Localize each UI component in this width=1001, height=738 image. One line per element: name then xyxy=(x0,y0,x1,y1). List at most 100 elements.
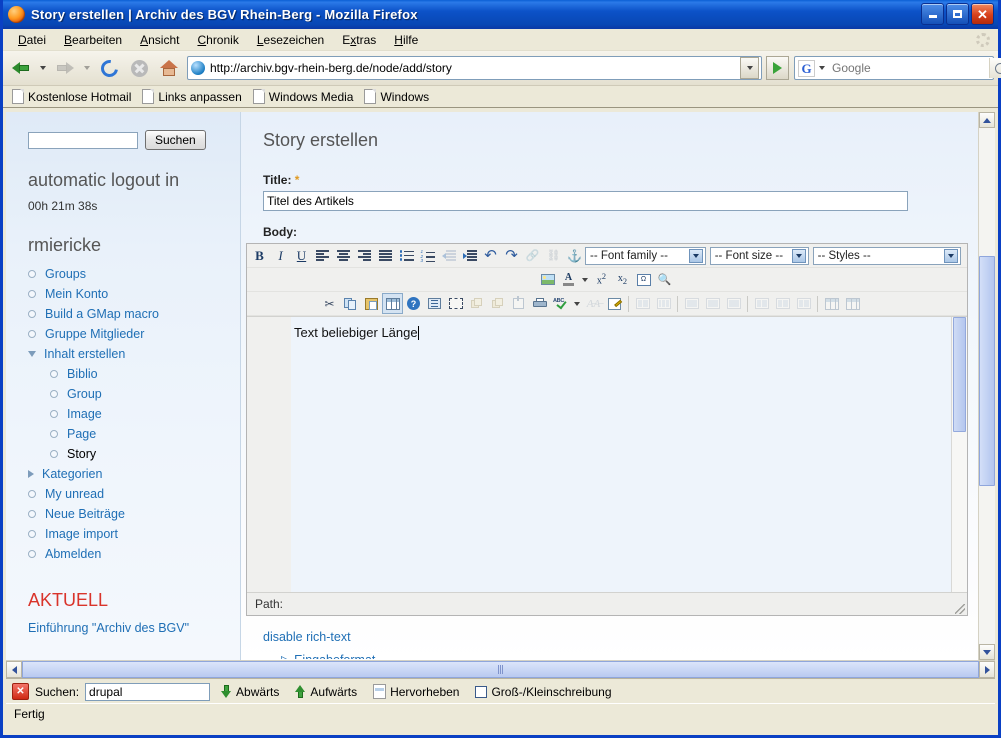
chevron-down-icon[interactable] xyxy=(791,248,806,263)
sidebar-item-label[interactable]: Image import xyxy=(45,527,118,541)
chevron-down-icon[interactable] xyxy=(944,248,958,263)
scroll-right-button[interactable] xyxy=(979,661,995,678)
remove-formatting-icon[interactable]: A̶A̶ xyxy=(583,293,604,314)
back-history-dropdown-icon[interactable] xyxy=(40,66,46,70)
insert-column-before-icon[interactable] xyxy=(751,293,772,314)
checkbox-icon[interactable] xyxy=(475,685,488,698)
search-engine-dropdown-icon[interactable] xyxy=(819,66,825,70)
redo-icon[interactable]: ↷ xyxy=(501,245,522,266)
copy-icon[interactable] xyxy=(340,293,361,314)
superscript-icon[interactable]: x2 xyxy=(591,269,612,290)
sidebar-item-group[interactable]: Group xyxy=(6,384,240,404)
align-right-icon[interactable] xyxy=(354,245,375,266)
find-input[interactable] xyxy=(85,682,211,701)
font-family-select[interactable]: -- Font family -- xyxy=(585,246,706,265)
editor-scrollbar-thumb[interactable] xyxy=(953,317,966,432)
sidebar-item-label[interactable]: Story xyxy=(67,447,96,461)
indent-icon[interactable] xyxy=(459,245,480,266)
split-cells-icon[interactable] xyxy=(653,293,674,314)
close-findbar-icon[interactable]: ✕ xyxy=(12,683,29,700)
menu-bearbeiten[interactable]: Bearbeiten xyxy=(55,31,131,49)
italic-icon[interactable]: I xyxy=(270,245,291,266)
bullet-list-icon[interactable] xyxy=(396,245,417,266)
align-center-icon[interactable] xyxy=(333,245,354,266)
scrollbar-track[interactable] xyxy=(979,128,995,644)
sidebar-item-label[interactable]: Abmelden xyxy=(45,547,101,561)
hscrollbar-thumb[interactable] xyxy=(22,661,979,678)
sidebar-item-label[interactable]: Gruppe Mitglieder xyxy=(45,327,144,341)
insert-image-icon[interactable] xyxy=(537,269,558,290)
disable-richtext-link[interactable]: disable rich-text xyxy=(263,630,351,644)
forward-history-dropdown-icon[interactable] xyxy=(84,66,90,70)
sidebar-item-label[interactable]: Page xyxy=(67,427,96,441)
menu-lesezeichen[interactable]: Lesezeichen xyxy=(248,31,333,49)
sidebar-item-label[interactable]: Inhalt erstellen xyxy=(44,347,125,361)
title-input[interactable] xyxy=(263,191,908,211)
scroll-down-button[interactable] xyxy=(979,644,995,660)
stop-button[interactable] xyxy=(125,54,153,82)
text-color-dropdown-icon[interactable] xyxy=(582,277,588,282)
special-character-icon[interactable]: Ω xyxy=(633,269,654,290)
subscript-icon[interactable]: x2 xyxy=(612,269,633,290)
sidebar-item-page[interactable]: Page xyxy=(6,424,240,444)
sidebar-item-story[interactable]: Story xyxy=(6,444,240,464)
search-input[interactable] xyxy=(828,60,989,76)
paste-icon[interactable] xyxy=(361,293,382,314)
back-button[interactable] xyxy=(7,54,35,82)
underline-icon[interactable]: U xyxy=(291,245,312,266)
find-prev-button[interactable]: Aufwärts xyxy=(290,684,362,700)
home-button[interactable] xyxy=(155,54,183,82)
chevron-right-icon[interactable] xyxy=(28,470,34,478)
sidebar-item-biblio[interactable]: Biblio xyxy=(6,364,240,384)
editor-content-area[interactable]: Text beliebiger Länge xyxy=(247,316,967,592)
sidebar-item-groups[interactable]: Groups xyxy=(6,264,240,284)
chevron-down-icon[interactable] xyxy=(27,351,36,357)
sidebar-item-build-gmap-macro[interactable]: Build a GMap macro xyxy=(6,304,240,324)
scroll-up-button[interactable] xyxy=(979,112,995,128)
find-next-button[interactable]: Abwärts xyxy=(216,684,284,700)
bookmark-windows-media[interactable]: Windows Media xyxy=(250,88,360,105)
forward-button[interactable] xyxy=(51,54,79,82)
editor-resize-handle[interactable] xyxy=(955,604,965,614)
go-button[interactable] xyxy=(766,56,789,80)
delete-column-icon[interactable] xyxy=(793,293,814,314)
search-replace-icon[interactable]: 🔍 xyxy=(654,269,675,290)
menu-ansicht[interactable]: Ansicht xyxy=(131,31,188,49)
highlight-all-button[interactable]: Hervorheben xyxy=(368,683,464,700)
sidebar-search-button[interactable]: Suchen xyxy=(145,130,206,150)
unlink-icon[interactable]: ⛓ xyxy=(543,245,564,266)
menu-datei[interactable]: DDateiatei xyxy=(9,31,55,49)
anchor-icon[interactable]: ⚓ xyxy=(564,245,585,266)
layer-forward-icon[interactable] xyxy=(466,293,487,314)
url-dropdown-icon[interactable] xyxy=(740,57,759,79)
numbered-list-icon[interactable]: 123 xyxy=(417,245,438,266)
bookmark-links-anpassen[interactable]: Links anpassen xyxy=(139,88,247,105)
undo-icon[interactable]: ↶ xyxy=(480,245,501,266)
sidebar-item-inhalt-erstellen[interactable]: Inhalt erstellen xyxy=(6,344,240,364)
cut-icon[interactable]: ✂ xyxy=(319,293,340,314)
menu-chronik[interactable]: Chronik xyxy=(188,31,247,49)
insert-table-icon[interactable] xyxy=(382,293,403,314)
insert-layer-icon[interactable] xyxy=(508,293,529,314)
layer-backward-icon[interactable] xyxy=(487,293,508,314)
editor-text[interactable]: Text beliebiger Länge xyxy=(291,317,951,592)
edit-html-icon[interactable] xyxy=(604,293,625,314)
editor-scrollbar[interactable] xyxy=(951,317,967,592)
spellcheck-dropdown-icon[interactable] xyxy=(574,301,580,306)
sidebar-item-label[interactable]: Biblio xyxy=(67,367,98,381)
delete-row-icon[interactable] xyxy=(723,293,744,314)
table-row-props-icon[interactable] xyxy=(821,293,842,314)
sidebar-item-image-import[interactable]: Image import xyxy=(6,524,240,544)
block-quote-icon[interactable] xyxy=(424,293,445,314)
sidebar-item-neue-beitraege[interactable]: Neue Beiträge xyxy=(6,504,240,524)
bookmark-windows[interactable]: Windows xyxy=(361,88,435,105)
sidebar-item-label[interactable]: Image xyxy=(67,407,102,421)
search-magnifier-icon[interactable] xyxy=(989,58,1001,78)
align-left-icon[interactable] xyxy=(312,245,333,266)
scroll-left-button[interactable] xyxy=(6,661,22,678)
reload-button[interactable] xyxy=(95,54,123,82)
print-icon[interactable] xyxy=(529,293,550,314)
sidebar-item-label[interactable]: Neue Beiträge xyxy=(45,507,125,521)
sidebar-item-label[interactable]: Build a GMap macro xyxy=(45,307,159,321)
sidebar-item-label[interactable]: My unread xyxy=(45,487,104,501)
